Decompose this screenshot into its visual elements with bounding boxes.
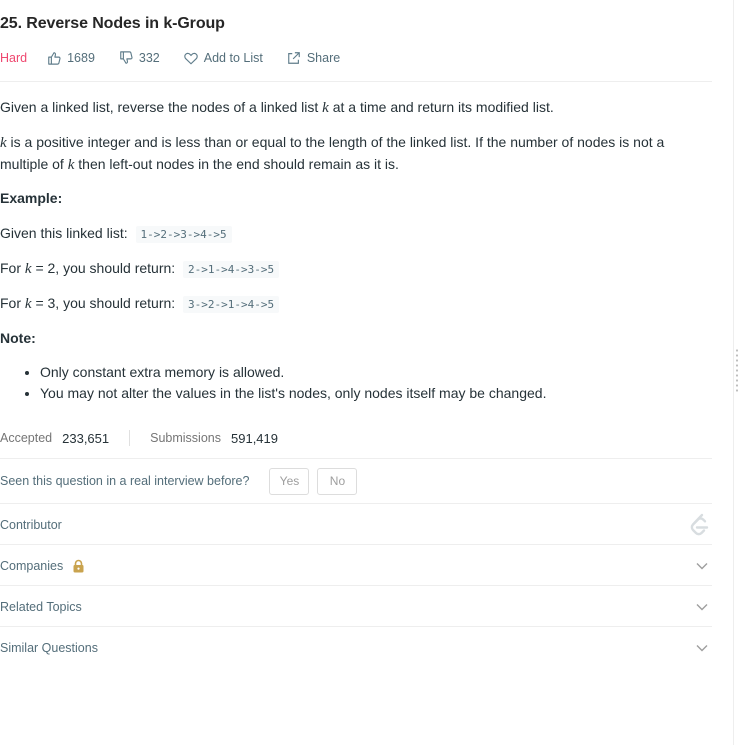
add-to-list-button[interactable]: Add to List	[184, 51, 263, 65]
accepted-value: 233,651	[62, 430, 110, 446]
stats-separator	[129, 430, 131, 446]
dislike-count: 332	[138, 51, 160, 65]
like-button[interactable]: 1689	[47, 51, 95, 65]
related-topics-row[interactable]: Related Topics	[0, 586, 712, 627]
submissions-value: 591,419	[231, 430, 278, 446]
example-k3-line: For k = 3, you should return: 3->2->1->4…	[0, 293, 712, 315]
interview-question-bar: Seen this question in a real interview b…	[0, 467, 358, 495]
chevron-down-icon	[696, 644, 708, 651]
description-paragraph-1: Given a linked list, reverse the nodes o…	[0, 99, 554, 116]
panel-border	[733, 0, 734, 745]
note-heading: Note:	[0, 330, 36, 346]
problem-meta-bar: Hard 1689 332 Add to List Share	[0, 49, 364, 67]
interview-question-text: Seen this question in a real interview b…	[0, 474, 250, 488]
notes-list: Only constant extra memory is allowed. Y…	[20, 362, 546, 404]
contributor-row[interactable]: Contributor	[0, 504, 712, 545]
description-paragraph-2: k is a positive integer and is less than…	[0, 134, 665, 173]
problem-title: 25. Reverse Nodes in k-Group	[0, 15, 225, 32]
chevron-down-icon	[696, 603, 708, 610]
lock-icon	[73, 559, 84, 572]
example-given-line: Given this linked list: 1->2->3->4->5	[0, 223, 712, 245]
thumbs-up-icon	[48, 52, 61, 65]
submissions-label: Submissions	[150, 431, 221, 445]
dislike-button[interactable]: 332	[119, 51, 160, 65]
resize-handle[interactable]	[736, 348, 738, 394]
companies-row[interactable]: Companies	[0, 545, 712, 586]
list-item: Only constant extra memory is allowed.	[40, 362, 546, 383]
given-list-code: 1->2->3->4->5	[135, 226, 232, 243]
accepted-label: Accepted	[0, 431, 53, 445]
companies-label: Companies	[0, 558, 64, 573]
difficulty-badge: Hard	[0, 51, 28, 65]
heart-icon	[184, 52, 198, 65]
share-button[interactable]: Share	[287, 51, 340, 65]
yes-button[interactable]: Yes	[269, 467, 310, 495]
thumbs-down-icon	[120, 51, 133, 64]
like-count: 1689	[67, 51, 95, 65]
add-to-list-label: Add to List	[203, 51, 263, 65]
example-heading: Example:	[0, 190, 63, 206]
leetcode-logo-icon	[690, 513, 709, 535]
chevron-down-icon	[696, 562, 708, 569]
share-icon	[288, 52, 300, 64]
contributor-label: Contributor	[0, 517, 62, 532]
share-label: Share	[306, 51, 341, 65]
divider	[0, 81, 712, 82]
submission-stats: Accepted 233,651 Submissions 591,419	[0, 429, 278, 447]
related-topics-label: Related Topics	[0, 599, 82, 614]
k3-result-code: 3->2->1->4->5	[183, 296, 280, 313]
similar-questions-label: Similar Questions	[0, 640, 98, 655]
similar-questions-row[interactable]: Similar Questions	[0, 627, 712, 668]
k2-result-code: 2->1->4->3->5	[183, 261, 280, 278]
example-k2-line: For k = 2, you should return: 2->1->4->3…	[0, 258, 712, 280]
divider	[0, 458, 712, 459]
no-button[interactable]: No	[317, 467, 358, 495]
list-item: You may not alter the values in the list…	[40, 383, 546, 404]
